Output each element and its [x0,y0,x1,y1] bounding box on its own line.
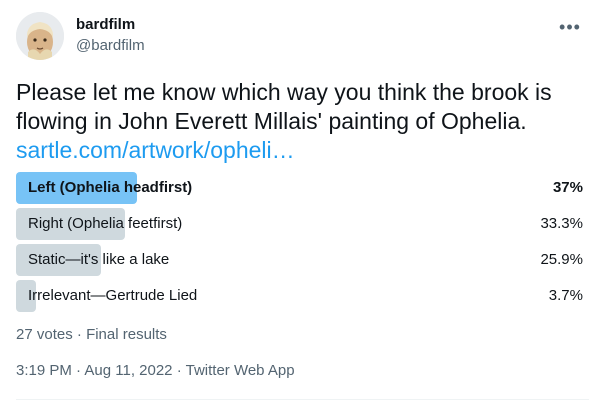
avatar[interactable] [16,12,64,60]
poll-option-percent: 3.7% [548,287,583,304]
separator: · [176,362,182,379]
poll-option: Left (Ophelia headfirst) 37% [16,172,589,204]
poll-vote-count: 27 votes [16,326,73,343]
poll-option-label: Irrelevant—Gertrude Lied [28,287,198,304]
poll-option-percent: 25.9% [540,251,583,268]
more-horizontal-icon: ••• [559,16,581,37]
tweet-text: Please let me know which way you think t… [16,78,591,165]
author-handle[interactable]: @bardfilm [76,37,145,54]
tweet-source: Twitter Web App [185,362,295,379]
tweet-link[interactable]: sartle.com/artwork/opheli… [16,137,295,163]
poll-option: Irrelevant—Gertrude Lied 3.7% [16,280,589,312]
more-options-button[interactable]: ••• [555,12,585,42]
poll-option-label: Static—it's like a lake [28,251,170,268]
avatar-image [16,12,64,60]
poll-summary: 27 votes · Final results [16,326,167,343]
poll-option: Right (Ophelia feetfirst) 33.3% [16,208,589,240]
tweet-text-line-1: Please let me know which way you think t… [16,79,552,105]
author-display-name[interactable]: bardfilm [76,16,135,33]
tweet: bardfilm @bardfilm ••• Please let me kno… [0,0,605,405]
tweet-time[interactable]: 3:19 PM [16,362,72,379]
separator: · [76,362,82,379]
poll: Left (Ophelia headfirst) 37% Right (Ophe… [16,172,589,316]
divider [16,399,589,400]
poll-option: Static—it's like a lake 25.9% [16,244,589,276]
separator: · [76,326,82,343]
tweet-date[interactable]: Aug 11, 2022 [84,362,172,379]
poll-option-label: Left (Ophelia headfirst) [28,179,193,196]
poll-status: Final results [86,326,167,343]
poll-option-percent: 37% [552,179,583,196]
poll-option-label: Right (Ophelia feetfirst) [28,215,183,232]
poll-option-percent: 33.3% [540,215,583,232]
tweet-timestamp: 3:19 PM · Aug 11, 2022 · Twitter Web App [16,362,295,379]
tweet-text-line-2: flowing in John Everett Millais' paintin… [16,108,527,134]
